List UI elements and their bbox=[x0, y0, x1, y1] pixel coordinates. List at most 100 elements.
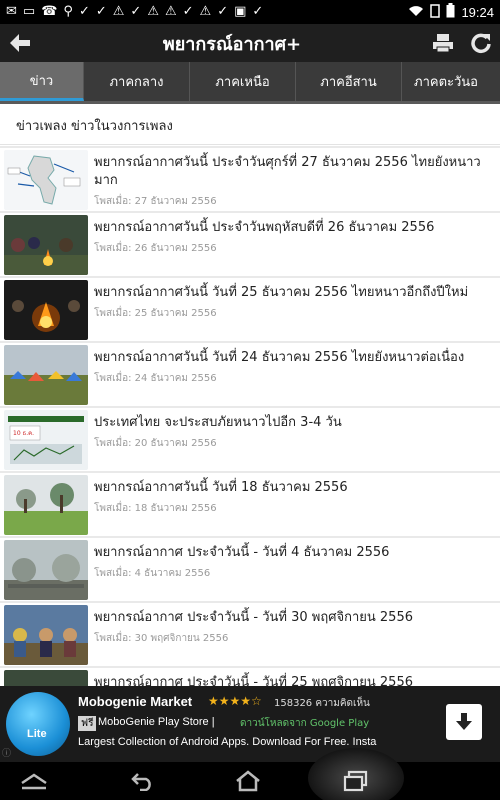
news-thumbnail bbox=[4, 215, 88, 275]
news-thumbnail bbox=[4, 540, 88, 600]
news-thumbnail bbox=[4, 150, 88, 210]
news-thumbnail: 10 ธ.ค. bbox=[4, 410, 88, 470]
back-arrow-icon bbox=[131, 773, 151, 791]
ad-banner[interactable]: Lite Mobogenie Market ★★★★☆ 158326 ความค… bbox=[0, 686, 500, 762]
news-headline: พยากรณ์อากาศ ประจำวันนี้ - วันที่ 4 ธันว… bbox=[94, 545, 390, 560]
notification-icon: ✓ bbox=[130, 4, 142, 19]
notification-icon: ✉ bbox=[6, 4, 17, 19]
notification-icon: ✓ bbox=[95, 4, 107, 19]
news-headline: พยากรณ์อากาศวันนี้ วันที่ 25 ธันวาคม 255… bbox=[94, 285, 469, 300]
news-headline: พยากรณ์อากาศวันนี้ ประจำวันพฤหัสบดีที่ 2… bbox=[94, 220, 435, 235]
home-button[interactable] bbox=[218, 762, 278, 800]
tab-northeast[interactable]: ภาคอีสาน bbox=[296, 62, 402, 101]
chevron-up-icon bbox=[21, 773, 47, 790]
notification-icon: ☎ bbox=[41, 4, 58, 19]
news-headline: พยากรณ์อากาศ ประจำวันนี้ - วันที่ 25 พฤศ… bbox=[94, 675, 413, 686]
home-icon bbox=[236, 770, 260, 792]
notification-icon: ⚠ bbox=[164, 4, 177, 19]
section-title: ข่าวเพลง ข่าวในวงการเพลง bbox=[0, 107, 500, 145]
news-list-item[interactable]: พยากรณ์อากาศวันนี้ ประจำวันพฤหัสบดีที่ 2… bbox=[0, 213, 500, 276]
news-list-item[interactable]: พยากรณ์อากาศวันนี้ วันที่ 25 ธันวาคม 255… bbox=[0, 278, 500, 341]
news-list-item[interactable]: พยากรณ์อากาศวันนี้ วันที่ 24 ธันวาคม 255… bbox=[0, 343, 500, 406]
refresh-button[interactable] bbox=[462, 24, 500, 62]
notification-icon: ✓ bbox=[78, 4, 90, 19]
notification-icon: ✓ bbox=[217, 4, 229, 19]
ad-description: Largest Collection of Android Apps. Down… bbox=[78, 736, 377, 748]
arrow-left-icon bbox=[10, 34, 30, 52]
news-list-item[interactable]: พยากรณ์อากาศวันนี้ วันที่ 18 ธันวาคม 255… bbox=[0, 473, 500, 536]
wifi-icon bbox=[408, 5, 424, 20]
news-thumbnail bbox=[4, 280, 88, 340]
notification-icon: ⚠ bbox=[199, 4, 212, 19]
status-bar: ✉ ▭ ☎ ⚲ ✓ ✓ ⚠ ✓ ⚠ ⚠ ✓ ⚠ ✓ ▣ ✓ 19:24 bbox=[0, 0, 500, 24]
back-button[interactable] bbox=[0, 24, 40, 62]
news-headline: พยากรณ์อากาศวันนี้ วันที่ 24 ธันวาคม 255… bbox=[94, 350, 465, 365]
ad-title: Mobogenie Market bbox=[78, 694, 193, 709]
back-nav-button[interactable] bbox=[113, 762, 173, 800]
news-date: โพสเมื่อ: 24 ธันวาคม 2556 bbox=[94, 373, 217, 384]
news-date: โพสเมื่อ: 30 พฤศจิกายน 2556 bbox=[94, 633, 229, 644]
news-text: ประเทศไทย จะประสบภัยหนาวไปอีก 3-4 วันโพส… bbox=[94, 408, 500, 451]
app-title: พยากรณ์อากาศ+ bbox=[162, 33, 302, 55]
sim-icon bbox=[430, 3, 441, 21]
ad-store-name: MoboGenie Play Store | bbox=[98, 716, 215, 728]
tab-news[interactable]: ข่าว bbox=[0, 62, 84, 101]
printer-icon bbox=[433, 34, 453, 53]
news-text: พยากรณ์อากาศ ประจำวันนี้ - วันที่ 4 ธันว… bbox=[94, 538, 500, 581]
news-thumbnail bbox=[4, 670, 88, 686]
news-thumbnail bbox=[4, 475, 88, 535]
news-headline: พยากรณ์อากาศวันนี้ ประจำวันศุกร์ที่ 27 ธ… bbox=[94, 155, 481, 188]
free-badge: ฟรี bbox=[78, 716, 97, 731]
news-text: พยากรณ์อากาศ ประจำวันนี้ - วันที่ 30 พฤศ… bbox=[94, 603, 500, 646]
notification-icon: ▭ bbox=[22, 4, 36, 19]
region-tabs: ข่าว ภาคกลาง ภาคเหนือ ภาคอีสาน ภาคตะวันอ bbox=[0, 62, 500, 104]
news-date: โพสเมื่อ: 20 ธันวาคม 2556 bbox=[94, 438, 217, 449]
battery-icon bbox=[446, 3, 455, 21]
news-list-item[interactable]: พยากรณ์อากาศ ประจำวันนี้ - วันที่ 30 พฤศ… bbox=[0, 603, 500, 666]
tab-east[interactable]: ภาคตะวันอ bbox=[402, 62, 500, 101]
action-bar: พยากรณ์อากาศ+ bbox=[0, 24, 500, 62]
news-list-item[interactable]: 10 ธ.ค. ประเทศไทย จะประสบภัยหนาวไปอีก 3-4… bbox=[0, 408, 500, 471]
ad-review-count: 158326 ความคิดเห็น bbox=[274, 698, 370, 709]
rating-stars-icon: ★★★★☆ bbox=[208, 694, 262, 708]
svg-text:10 ธ.ค.: 10 ธ.ค. bbox=[13, 430, 34, 437]
logo-lite-label: Lite bbox=[27, 728, 47, 740]
news-date: โพสเมื่อ: 25 ธันวาคม 2556 bbox=[94, 308, 217, 319]
news-date: โพสเมื่อ: 4 ธันวาคม 2556 bbox=[94, 568, 211, 579]
news-list-item[interactable]: พยากรณ์อากาศวันนี้ ประจำวันศุกร์ที่ 27 ธ… bbox=[0, 148, 500, 211]
tab-north[interactable]: ภาคเหนือ bbox=[190, 62, 296, 101]
recent-apps-icon bbox=[343, 770, 368, 792]
mobogenie-logo bbox=[6, 692, 70, 756]
news-date: โพสเมื่อ: 18 ธันวาคม 2556 bbox=[94, 503, 217, 514]
news-thumbnail bbox=[4, 345, 88, 405]
menu-button[interactable] bbox=[4, 762, 64, 800]
notification-icon: ⚠ bbox=[147, 4, 159, 19]
system-navigation-bar bbox=[0, 748, 500, 800]
news-text: พยากรณ์อากาศวันนี้ วันที่ 18 ธันวาคม 255… bbox=[94, 473, 500, 516]
news-headline: พยากรณ์อากาศ ประจำวันนี้ - วันที่ 30 พฤศ… bbox=[94, 610, 413, 625]
ad-info-icon[interactable]: ⓘ bbox=[2, 746, 11, 759]
news-date: โพสเมื่อ: 27 ธันวาคม 2556 bbox=[94, 196, 217, 207]
news-list[interactable]: พยากรณ์อากาศวันนี้ ประจำวันศุกร์ที่ 27 ธ… bbox=[0, 146, 500, 686]
refresh-icon bbox=[471, 33, 491, 54]
recent-apps-button[interactable] bbox=[326, 762, 386, 800]
google-play-label: ดาวน์โหลดจาก Google Play bbox=[240, 718, 370, 729]
news-text: พยากรณ์อากาศวันนี้ ประจำวันศุกร์ที่ 27 ธ… bbox=[94, 148, 500, 209]
notification-icon: ▣ bbox=[234, 4, 247, 19]
news-text: พยากรณ์อากาศ ประจำวันนี้ - วันที่ 25 พฤศ… bbox=[94, 668, 500, 686]
ad-download-button[interactable] bbox=[446, 704, 482, 740]
clock: 19:24 bbox=[461, 4, 494, 20]
notification-icons: ✉ ▭ ☎ ⚲ ✓ ✓ ⚠ ✓ ⚠ ⚠ ✓ ⚠ ✓ ▣ ✓ bbox=[6, 0, 408, 24]
news-text: พยากรณ์อากาศวันนี้ วันที่ 25 ธันวาคม 255… bbox=[94, 278, 500, 321]
news-text: พยากรณ์อากาศวันนี้ วันที่ 24 ธันวาคม 255… bbox=[94, 343, 500, 386]
news-text: พยากรณ์อากาศวันนี้ ประจำวันพฤหัสบดีที่ 2… bbox=[94, 213, 500, 256]
news-list-item[interactable]: พยากรณ์อากาศ ประจำวันนี้ - วันที่ 25 พฤศ… bbox=[0, 668, 500, 686]
news-thumbnail bbox=[4, 605, 88, 665]
news-headline: ประเทศไทย จะประสบภัยหนาวไปอีก 3-4 วัน bbox=[94, 415, 342, 430]
notification-icon: ⚠ bbox=[112, 4, 125, 19]
notification-icon: ✓ bbox=[182, 4, 194, 19]
print-button[interactable] bbox=[424, 24, 462, 62]
tab-central[interactable]: ภาคกลาง bbox=[84, 62, 190, 101]
news-list-item[interactable]: พยากรณ์อากาศ ประจำวันนี้ - วันที่ 4 ธันว… bbox=[0, 538, 500, 601]
news-date: โพสเมื่อ: 26 ธันวาคม 2556 bbox=[94, 243, 217, 254]
